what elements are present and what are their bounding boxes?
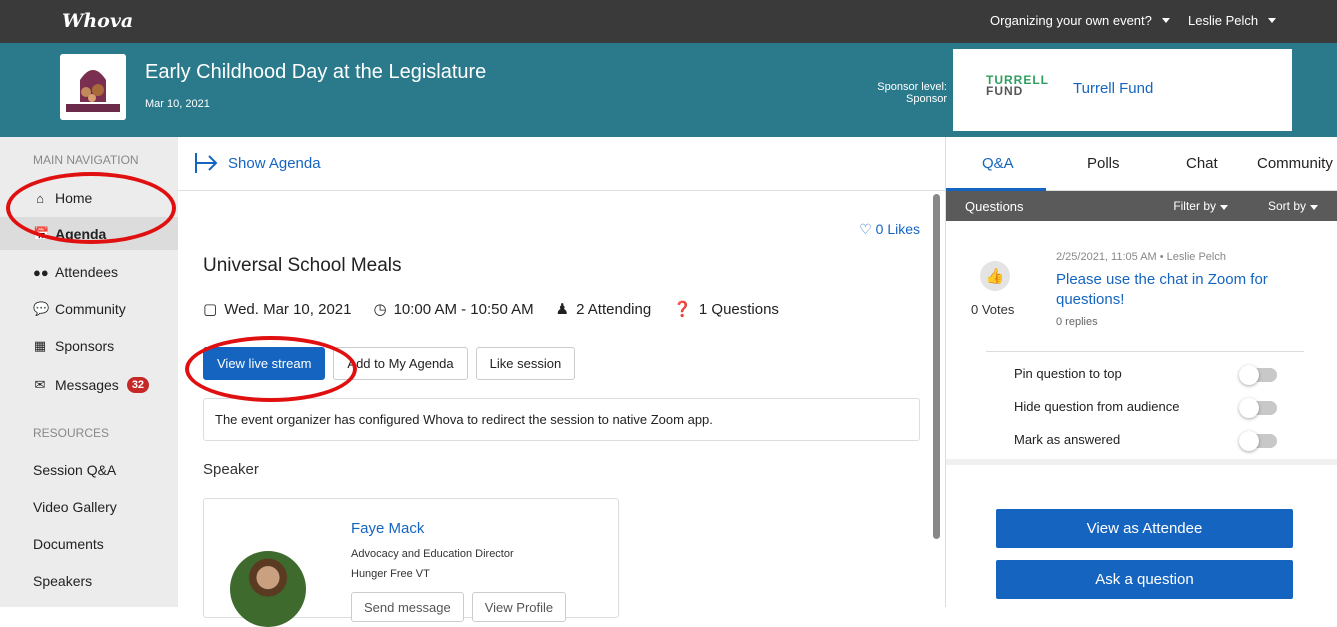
event-logo <box>60 54 126 120</box>
top-bar: Whova Organizing your own event? Leslie … <box>0 0 1337 43</box>
organizing-menu[interactable]: Organizing your own event? <box>990 13 1170 28</box>
tab-qa[interactable]: Q&A <box>982 155 1014 172</box>
organizing-label: Organizing your own event? <box>990 13 1152 28</box>
sponsor-logo-line2: FUND <box>986 84 1024 98</box>
event-title: Early Childhood Day at the Legislature <box>145 61 487 83</box>
sort-label: Sort by <box>1267 199 1306 213</box>
sidebar-item-session-qa[interactable]: Session Q&A <box>33 462 116 478</box>
thumbs-up-icon[interactable]: 👍 <box>980 261 1010 291</box>
ask-question-button[interactable]: Ask a question <box>996 560 1293 599</box>
questions-toolbar: Questions Filter by Sort by <box>946 191 1337 221</box>
send-message-button[interactable]: Send message <box>351 592 464 622</box>
sponsor-name[interactable]: Turrell Fund <box>1073 80 1153 97</box>
sidebar-item-messages[interactable]: ✉ Messages 32 <box>33 377 150 393</box>
sidebar-item-label: Messages <box>55 377 119 393</box>
chevron-down-icon <box>1310 205 1318 210</box>
questions-label: Questions <box>965 199 1024 214</box>
session-date: Wed. Mar 10, 2021 <box>224 300 352 318</box>
sidebar-item-label: Attendees <box>55 264 119 280</box>
right-panel: Q&A Polls Chat Community Questions Filte… <box>945 137 1337 607</box>
sidebar-item-sponsors[interactable]: ▦ Sponsors <box>33 338 114 354</box>
main-navigation-heading: MAIN NAVIGATION <box>33 153 139 167</box>
questions-count: 1 Questions <box>698 300 779 318</box>
sidebar-item-speakers[interactable]: Speakers <box>33 573 92 589</box>
mark-answered-label: Mark as answered <box>1014 432 1121 447</box>
chat-bubbles-icon: 💬 <box>33 301 50 316</box>
building-icon: ▦ <box>33 338 47 353</box>
annotation-oval-live-stream <box>185 336 357 402</box>
sidebar-item-attendees[interactable]: ●● Attendees <box>33 264 118 280</box>
filter-label: Filter by <box>1173 199 1216 213</box>
likes-count: 0 Likes <box>875 221 920 237</box>
view-as-attendee-button[interactable]: View as Attendee <box>996 509 1293 548</box>
attending-count: 2 Attending <box>576 300 652 318</box>
annotation-oval-agenda <box>6 172 176 244</box>
view-profile-button[interactable]: View Profile <box>471 592 567 622</box>
sidebar-item-video-gallery[interactable]: Video Gallery <box>33 499 117 515</box>
clock-icon: ◷ <box>373 301 387 318</box>
show-agenda-link[interactable]: Show Agenda <box>194 152 321 174</box>
show-agenda-bar: Show Agenda <box>178 137 945 191</box>
sidebar-item-label: Sponsors <box>55 338 115 354</box>
speaker-role: Advocacy and Education Director <box>351 548 514 560</box>
session-title: Universal School Meals <box>203 255 402 276</box>
sidebar-item-label: Community <box>55 301 126 317</box>
speaker-heading: Speaker <box>203 461 259 478</box>
likes-button[interactable]: ♡ 0 Likes <box>859 221 920 238</box>
chevron-down-icon <box>1161 18 1170 23</box>
event-date: Mar 10, 2021 <box>145 98 210 110</box>
sidebar-item-documents[interactable]: Documents <box>33 536 104 552</box>
sort-dropdown[interactable]: Sort by <box>1268 199 1318 213</box>
tab-community[interactable]: Community <box>1257 155 1333 172</box>
resources-heading: RESOURCES <box>33 426 110 440</box>
user-menu[interactable]: Leslie Pelch <box>1188 13 1277 28</box>
zoom-redirect-notice: The event organizer has configured Whova… <box>203 398 920 441</box>
hide-question-label: Hide question from audience <box>1014 399 1180 414</box>
tab-chat[interactable]: Chat <box>1186 155 1218 172</box>
vote-count: 0 Votes <box>971 302 1015 317</box>
sponsor-level: Sponsor level: Sponsor <box>877 81 947 105</box>
whova-logo[interactable]: Whova <box>62 10 133 32</box>
sponsor-level-value: Sponsor <box>906 93 947 105</box>
show-agenda-label: Show Agenda <box>228 154 321 172</box>
pin-question-toggle[interactable] <box>1239 365 1277 385</box>
question-meta: 2/25/2021, 11:05 AM • Leslie Pelch <box>1056 251 1226 263</box>
divider <box>986 351 1304 352</box>
speaker-card: Faye Mack Advocacy and Education Directo… <box>203 498 619 627</box>
pin-question-label: Pin question to top <box>1014 366 1122 381</box>
speaker-avatar[interactable] <box>230 551 306 627</box>
speaker-actions: Send message View Profile <box>351 592 567 622</box>
speaker-org: Hunger Free VT <box>351 568 430 580</box>
envelope-icon: ✉ <box>34 377 46 392</box>
sponsor-card[interactable]: TURRELL FUND Turrell Fund <box>953 49 1292 131</box>
mark-answered-toggle[interactable] <box>1239 431 1277 451</box>
chevron-down-icon <box>1220 205 1228 210</box>
user-check-icon: ♟ <box>555 301 570 318</box>
like-session-button[interactable]: Like session <box>475 347 576 380</box>
sponsor-logo: TURRELL FUND <box>986 74 1049 98</box>
people-icon: ●● <box>33 264 49 280</box>
arrow-right-bar-icon <box>195 153 218 173</box>
event-header: Early Childhood Day at the Legislature M… <box>0 43 1337 137</box>
session-time: 10:00 AM - 10:50 AM <box>393 300 534 318</box>
question-replies[interactable]: 0 replies <box>1056 316 1098 328</box>
messages-badge: 32 <box>126 377 150 393</box>
session-meta: ▢ Wed. Mar 10, 2021 ◷ 10:00 AM - 10:50 AM … <box>203 300 779 319</box>
question-circle-icon: ❓ <box>673 301 692 318</box>
sidebar-item-community[interactable]: 💬 Community <box>33 301 126 317</box>
main-scrollbar[interactable] <box>933 194 940 539</box>
sponsor-level-label: Sponsor level: <box>877 81 947 93</box>
heart-icon: ♡ <box>859 221 872 237</box>
speaker-name[interactable]: Faye Mack <box>351 520 424 537</box>
question-text[interactable]: Please use the chat in Zoom for question… <box>1056 270 1316 310</box>
panel-tabs: Q&A Polls Chat Community <box>946 137 1337 191</box>
filter-dropdown[interactable]: Filter by <box>1173 199 1228 213</box>
divider <box>946 459 1337 465</box>
chevron-down-icon <box>1268 18 1277 23</box>
hide-question-toggle[interactable] <box>1239 398 1277 418</box>
calendar-icon: ▢ <box>203 301 218 318</box>
user-name: Leslie Pelch <box>1188 13 1259 28</box>
tab-polls[interactable]: Polls <box>1087 155 1120 172</box>
